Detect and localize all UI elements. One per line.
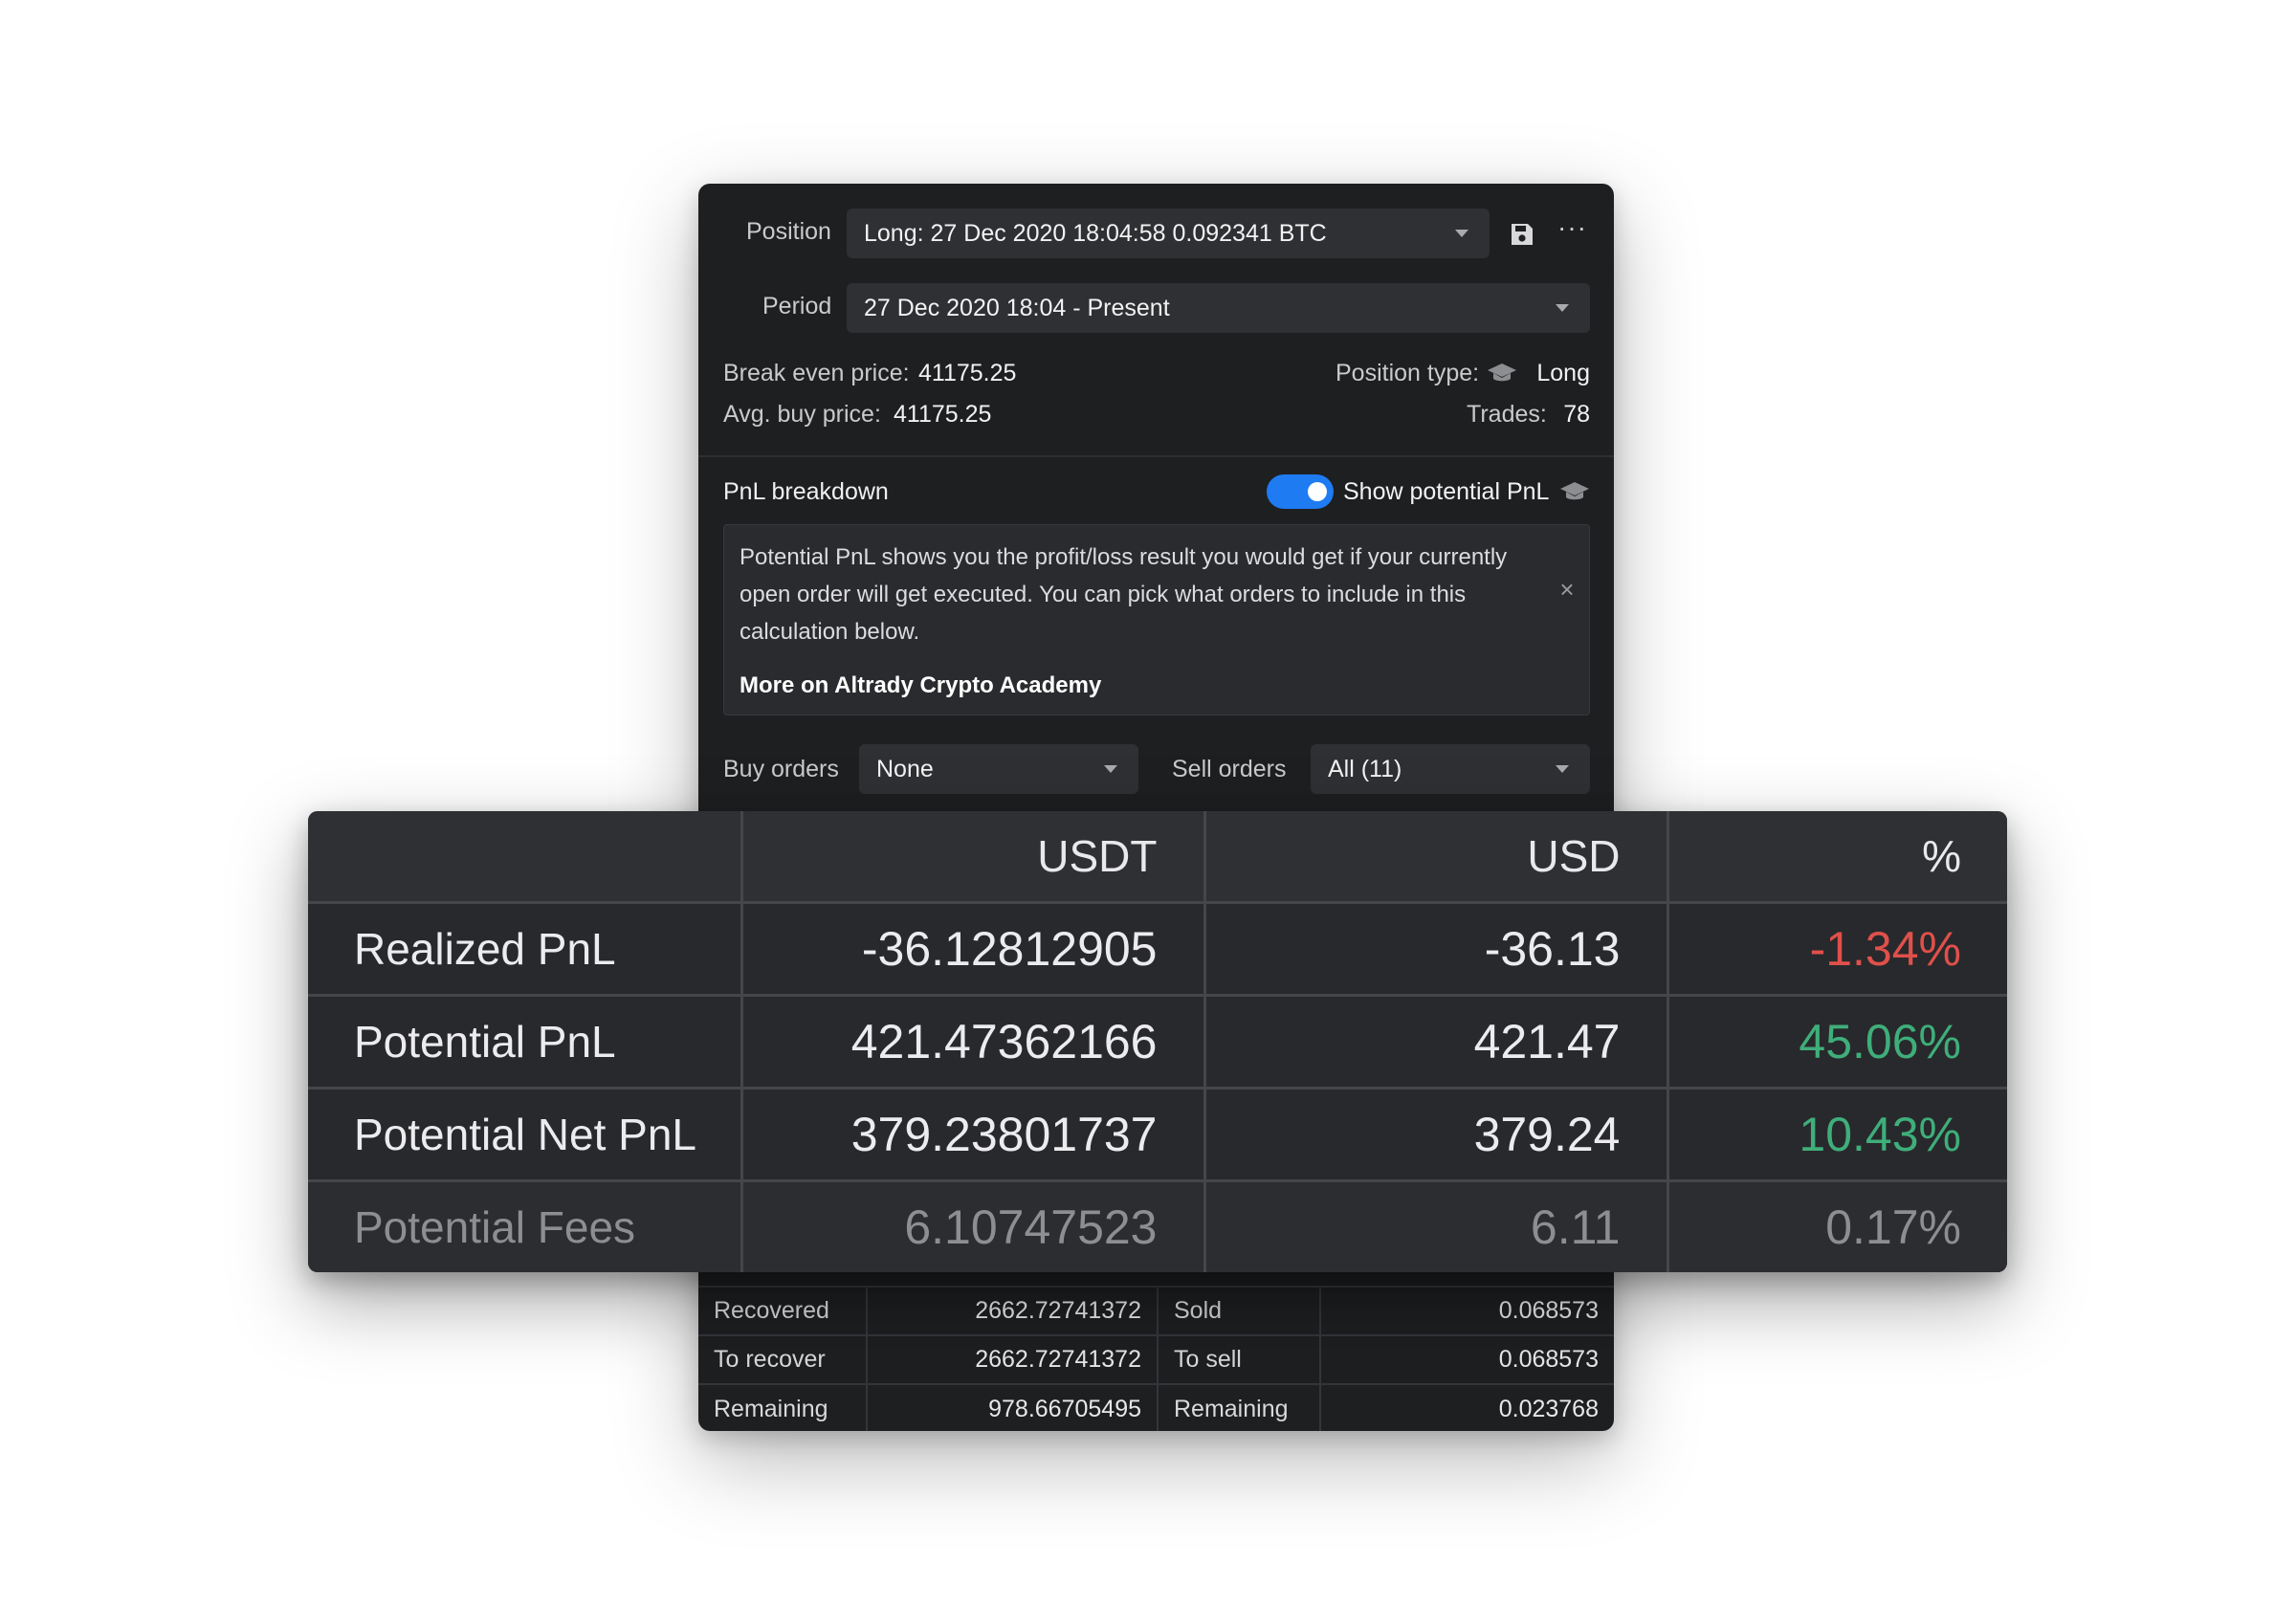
info-text: Potential PnL shows you the profit/loss … (740, 544, 1508, 645)
table-row: Recovered 2662.72741372 Sold 0.068573 (698, 1286, 1614, 1335)
usd-value: 421.47 (1203, 993, 1669, 1090)
academy-link[interactable]: More on Altrady Crypto Academy (740, 672, 1101, 699)
table-cell: To recover (698, 1334, 868, 1384)
buy-orders-label: Buy orders (723, 756, 839, 782)
table-cell: 0.068573 (1320, 1334, 1614, 1384)
show-potential-toggle[interactable] (1267, 474, 1334, 509)
buy-orders-value: None (876, 755, 934, 782)
table-cell: 2662.72741372 (867, 1334, 1159, 1384)
table-cell: 978.66705495 (867, 1383, 1159, 1431)
position-select-value: Long: 27 Dec 2020 18:04:58 0.092341 BTC (864, 219, 1327, 247)
sell-orders-select[interactable]: All (11) (1311, 744, 1590, 794)
usd-value: -36.13 (1203, 900, 1669, 997)
position-type-value: Long (1536, 360, 1590, 386)
pnl-table-card: USDT USD % Realized PnL -36.12812905 -36… (308, 811, 2007, 1272)
table-cell: To sell (1158, 1334, 1321, 1384)
position-type-label: Position type: (1336, 360, 1480, 386)
position-label: Position (746, 218, 831, 245)
chevron-down-icon (1455, 230, 1468, 237)
toggle-knob (1308, 482, 1327, 501)
divider (698, 455, 1614, 457)
table-cell: Remaining (698, 1383, 868, 1431)
header-usd: USD (1203, 811, 1669, 904)
table-row: Remaining 978.66705495 Remaining 0.02376… (698, 1383, 1614, 1431)
recovery-table: Recovered 2662.72741372 Sold 0.068573 To… (698, 1286, 1614, 1431)
header-percent: % (1666, 811, 2007, 904)
table-header-row: USDT USD % (308, 811, 2007, 904)
period-select[interactable]: 27 Dec 2020 18:04 - Present (847, 283, 1590, 333)
trades-value: 78 (1563, 401, 1590, 428)
table-cell: 0.023768 (1320, 1383, 1614, 1431)
table-row: Potential Fees 6.10747523 6.11 0.17% (308, 1178, 2007, 1272)
table-cell: Remaining (1158, 1383, 1321, 1431)
graduation-cap-icon[interactable] (1559, 480, 1590, 503)
avg-buy-label: Avg. buy price: (723, 401, 881, 428)
chevron-down-icon (1556, 304, 1569, 312)
percent-value: -1.34% (1666, 900, 2007, 997)
chevron-down-icon (1556, 765, 1569, 773)
avg-buy-value: 41175.25 (894, 401, 992, 428)
usdt-value: 421.47362166 (740, 993, 1206, 1090)
row-label: Potential PnL (308, 993, 743, 1090)
graduation-cap-icon[interactable] (1487, 362, 1517, 385)
table-cell: 2662.72741372 (867, 1286, 1159, 1335)
chevron-down-icon (1104, 765, 1117, 773)
row-label: Potential Fees (308, 1178, 743, 1272)
row-label: Realized PnL (308, 900, 743, 997)
usd-value: 6.11 (1203, 1178, 1669, 1272)
sell-orders-value: All (11) (1328, 755, 1402, 782)
header-usdt: USDT (740, 811, 1206, 904)
table-cell: 0.068573 (1320, 1286, 1614, 1335)
potential-pnl-info-box: Potential PnL shows you the profit/loss … (723, 524, 1590, 715)
break-even-value: 41175.25 (918, 360, 1017, 386)
usd-value: 379.24 (1203, 1086, 1669, 1182)
close-icon[interactable]: × (1556, 577, 1578, 602)
more-icon[interactable]: ··· (1557, 212, 1587, 243)
save-icon[interactable] (1510, 222, 1534, 247)
percent-value: 10.43% (1666, 1086, 2007, 1182)
usdt-value: 6.10747523 (740, 1178, 1206, 1272)
buy-orders-select[interactable]: None (859, 744, 1138, 794)
percent-value: 0.17% (1666, 1178, 2007, 1272)
period-select-value: 27 Dec 2020 18:04 - Present (864, 294, 1170, 321)
usdt-value: 379.23801737 (740, 1086, 1206, 1182)
table-cell: Sold (1158, 1286, 1321, 1335)
usdt-value: -36.12812905 (740, 900, 1206, 997)
table-row: Potential PnL 421.47362166 421.47 45.06% (308, 993, 2007, 1090)
pnl-breakdown-label: PnL breakdown (723, 478, 889, 505)
break-even-label: Break even price: (723, 360, 910, 386)
table-row: To recover 2662.72741372 To sell 0.06857… (698, 1334, 1614, 1384)
position-select[interactable]: Long: 27 Dec 2020 18:04:58 0.092341 BTC (847, 209, 1490, 258)
period-label: Period (762, 293, 832, 319)
percent-value: 45.06% (1666, 993, 2007, 1090)
trades-label: Trades: (1467, 401, 1547, 428)
header-cell (308, 811, 743, 904)
show-potential-label: Show potential PnL (1343, 478, 1550, 505)
table-cell: Recovered (698, 1286, 868, 1335)
pnl-table: USDT USD % Realized PnL -36.12812905 -36… (308, 811, 2007, 1272)
sell-orders-label: Sell orders (1172, 756, 1287, 782)
table-row: Potential Net PnL 379.23801737 379.24 10… (308, 1086, 2007, 1182)
row-label: Potential Net PnL (308, 1086, 743, 1182)
table-row: Realized PnL -36.12812905 -36.13 -1.34% (308, 900, 2007, 997)
